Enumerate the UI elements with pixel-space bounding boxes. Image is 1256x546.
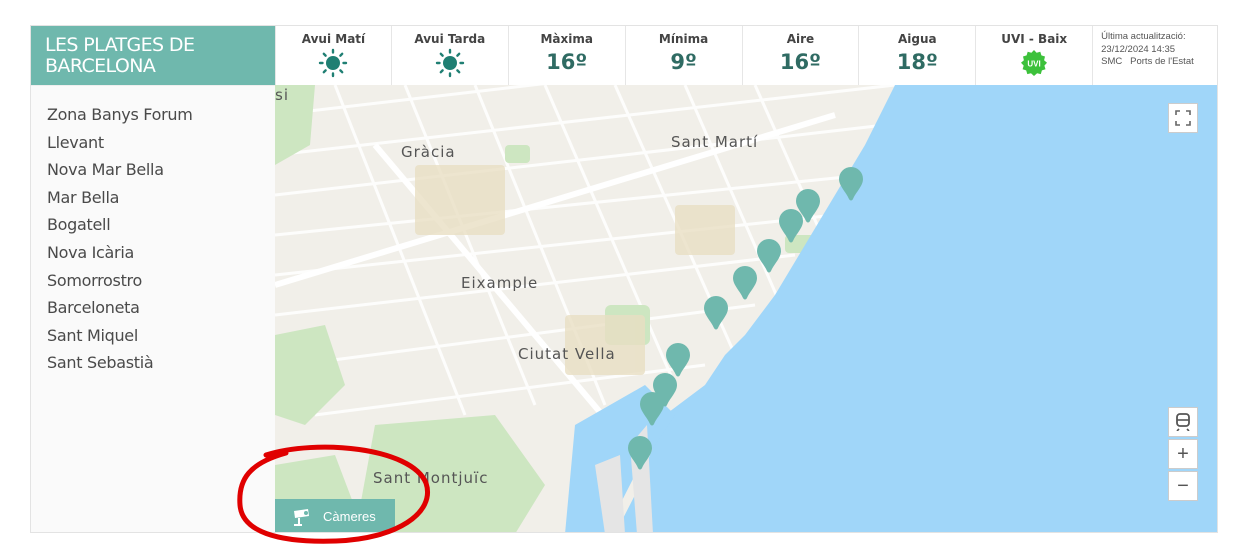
camera-icon	[294, 508, 309, 526]
weather-morning-label: Avui Matí	[301, 32, 366, 46]
beach-item[interactable]: Sant Miquel	[47, 325, 275, 353]
weather-morning: Avui Matí	[275, 26, 391, 85]
zoom-out-icon[interactable]: −	[1168, 471, 1198, 501]
fullscreen-icon[interactable]	[1168, 103, 1198, 133]
max-label: Màxima	[540, 32, 593, 46]
cameras-button[interactable]: Càmeres	[275, 499, 395, 532]
uvi-badge-icon: UVI	[1021, 50, 1048, 76]
weather-min: Mínima 9º	[624, 26, 742, 85]
district-label: Sant Montjuïc	[373, 469, 488, 487]
district-label: Gràcia	[401, 143, 456, 161]
water-value: 18º	[896, 50, 938, 74]
weather-bar: Avui Matí Avui Tarda Màxima 16º Mínima 9…	[275, 26, 1217, 85]
beach-item[interactable]: Llevant	[47, 132, 275, 160]
site-title[interactable]: LES PLATGES DE BARCELONA	[31, 26, 275, 85]
min-value: 9º	[670, 50, 697, 74]
beach-item[interactable]: Bogatell	[47, 214, 275, 242]
sun-icon	[435, 48, 465, 78]
min-label: Mínima	[658, 32, 709, 46]
district-label: Eixample	[461, 274, 538, 292]
map-canvas[interactable]: Gràcia Sant Martí Eixample Ciutat Vella …	[275, 85, 1217, 533]
uvi-label: UVI - Baix	[1001, 32, 1068, 46]
last-update-label: Última actualització:	[1101, 31, 1186, 42]
beach-item[interactable]: Somorrostro	[47, 270, 275, 298]
uvi-badge-text: UVI	[1028, 60, 1041, 69]
air-label: Aire	[786, 32, 815, 46]
last-update: Última actualització: 23/12/2024 14:35 S…	[1092, 26, 1217, 85]
beach-item[interactable]: Nova Mar Bella	[47, 159, 275, 187]
district-label: Ciutat Vella	[518, 345, 616, 363]
max-value: 16º	[546, 50, 588, 74]
beach-item[interactable]: Barceloneta	[47, 297, 275, 325]
cameras-label: Càmeres	[323, 509, 376, 524]
weather-uvi: UVI - Baix UVI	[975, 26, 1092, 85]
beach-item[interactable]: Mar Bella	[47, 187, 275, 215]
zoom-in-icon[interactable]: +	[1168, 439, 1198, 469]
water-label: Aigua	[897, 32, 937, 46]
district-label: si	[275, 86, 289, 104]
district-label: Sant Martí	[671, 133, 758, 151]
beach-list: Zona Banys Forum Llevant Nova Mar Bella …	[31, 85, 275, 532]
weather-max: Màxima 16º	[507, 26, 625, 85]
weather-air: Aire 16º	[741, 26, 859, 85]
last-update-datetime: 23/12/2024 14:35	[1101, 43, 1176, 55]
weather-water: Aigua 18º	[858, 26, 975, 85]
beach-map[interactable]: Gràcia Sant Martí Eixample Ciutat Vella …	[275, 85, 1217, 533]
beach-item[interactable]: Sant Sebastià	[47, 352, 275, 380]
beach-item[interactable]: Zona Banys Forum	[47, 104, 275, 132]
data-sources: SMC Ports de l'Estat	[1101, 56, 1194, 67]
weather-afternoon-label: Avui Tarda	[414, 32, 486, 46]
app-frame: LES PLATGES DE BARCELONA Avui Matí Avui …	[30, 25, 1218, 533]
beach-item[interactable]: Nova Icària	[47, 242, 275, 270]
weather-afternoon: Avui Tarda	[390, 26, 508, 85]
train-icon[interactable]	[1168, 407, 1198, 437]
air-value: 16º	[779, 50, 821, 74]
sun-icon	[319, 48, 348, 78]
